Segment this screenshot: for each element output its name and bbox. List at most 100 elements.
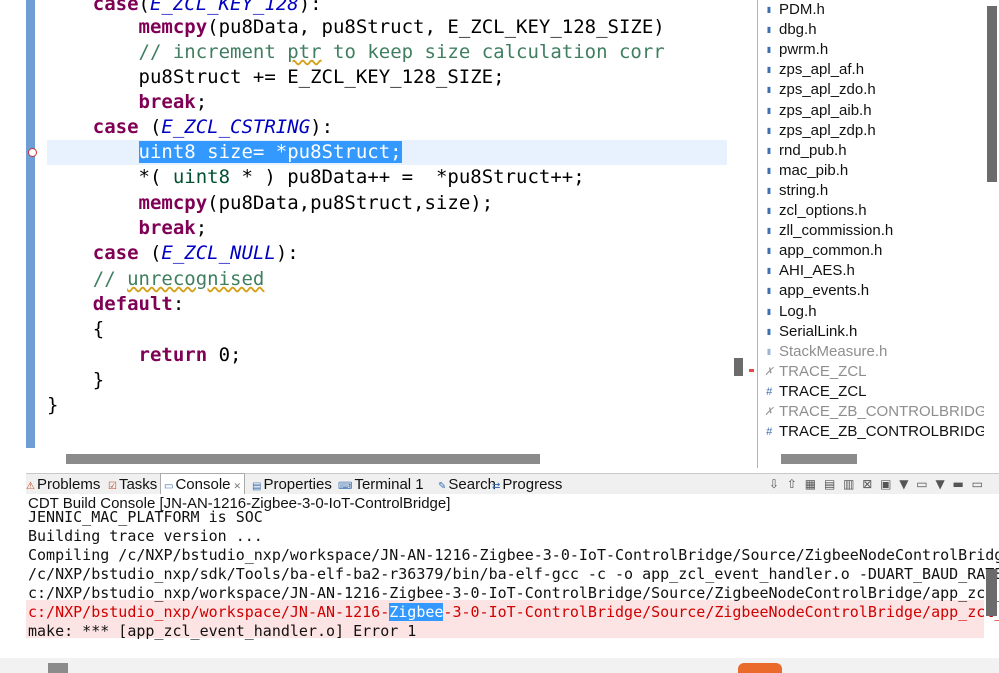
outline-item[interactable]: ✗ TRACE_ZCL bbox=[764, 362, 866, 382]
console-line[interactable]: c:/NXP/bstudio_nxp/workspace/JN-AN-1216-… bbox=[28, 584, 999, 603]
code-token: E_ZCL_CSTRING bbox=[161, 116, 311, 138]
outline-item[interactable]: ▮ rnd_pub.h bbox=[767, 141, 847, 161]
code-token: return bbox=[138, 344, 208, 366]
tab-progress[interactable]: ⇄ Progress bbox=[492, 474, 562, 495]
outline-item[interactable]: ▮ AHI_AES.h bbox=[767, 261, 855, 281]
editor-vertical-scroll-thumb[interactable] bbox=[734, 358, 743, 376]
code-line[interactable]: default: bbox=[47, 292, 185, 317]
macro-icon: # bbox=[765, 385, 773, 398]
include-icon: ▮ bbox=[766, 266, 772, 276]
code-line[interactable]: uint8 size= *pu8Struct; bbox=[47, 140, 402, 165]
code-line[interactable]: case (E_ZCL_NULL): bbox=[47, 241, 299, 266]
code-line[interactable]: case (E_ZCL_CSTRING): bbox=[47, 115, 333, 140]
code-line[interactable]: memcpy(pu8Data,pu8Struct,size); bbox=[47, 191, 494, 216]
console-text: -3-0-IoT-ControlBridge/Source/ZigbeeNode… bbox=[443, 603, 999, 621]
console-line[interactable]: /c/NXP/bstudio_nxp/sdk/Tools/ba-elf-ba2-… bbox=[28, 565, 999, 584]
outline-item-label: pwrm.h bbox=[779, 41, 829, 59]
code-line[interactable]: } bbox=[47, 368, 104, 393]
tab-tasks[interactable]: ☑ Tasks bbox=[108, 474, 157, 495]
code-token: ; bbox=[195, 217, 208, 239]
outline-item-label: app_events.h bbox=[779, 282, 870, 300]
console-line[interactable]: Compiling /c/NXP/bstudio_nxp/workspace/J… bbox=[28, 546, 999, 565]
console-vertical-scroll-thumb[interactable] bbox=[986, 569, 997, 616]
code-line[interactable]: return 0; bbox=[47, 343, 242, 368]
outline-item[interactable]: ▮ Log.h bbox=[767, 302, 817, 322]
outline-item[interactable]: ▮ zcl_options.h bbox=[767, 201, 867, 221]
code-token: // bbox=[92, 268, 128, 290]
code-line[interactable]: memcpy(pu8Data, pu8Struct, E_ZCL_KEY_128… bbox=[47, 15, 665, 40]
outline-item[interactable]: # TRACE_ZCL bbox=[766, 382, 867, 402]
code-token: (pu8Data,pu8Struct,size); bbox=[207, 192, 494, 214]
include-icon: ▮ bbox=[766, 286, 772, 296]
outline-item[interactable]: ▮ zps_apl_aib.h bbox=[767, 101, 872, 121]
code-line[interactable]: break; bbox=[47, 90, 208, 115]
code-token: default bbox=[92, 293, 173, 315]
outline-item[interactable]: ▮ SerialLink.h bbox=[767, 322, 858, 342]
tab-label: Problems bbox=[36, 476, 101, 493]
outline-vertical-scroll-thumb[interactable] bbox=[987, 6, 997, 182]
code-token: memcpy bbox=[138, 16, 208, 38]
code-line[interactable]: break; bbox=[47, 216, 208, 241]
code-token: E_ZCL_KEY_128 bbox=[149, 0, 299, 15]
outline-item[interactable]: ▮ zll_commission.h bbox=[767, 221, 893, 241]
tab-label: Properties bbox=[263, 476, 332, 493]
console-line[interactable]: JENNIC_MAC_PLATFORM is SOC bbox=[28, 508, 263, 527]
overview-ruler-marker[interactable] bbox=[749, 369, 754, 372]
console-toolbar[interactable]: ⇩ ⇧ ▦ ▤ ▥ ⊠ ▣ ▼ ▭ ▼ ▬ ▭ bbox=[769, 476, 985, 493]
outline-item[interactable]: ▮ app_common.h bbox=[767, 241, 883, 261]
include-icon: ▮ bbox=[766, 125, 772, 135]
breakpoint-marker-icon[interactable] bbox=[28, 148, 37, 157]
outline-item[interactable]: # TRACE_ZB_CONTROLBRIDG bbox=[766, 422, 987, 442]
close-icon[interactable]: ✕ bbox=[234, 481, 242, 491]
editor-ruler bbox=[26, 0, 35, 448]
outline-item[interactable]: ▮ app_events.h bbox=[767, 281, 870, 301]
outline-item-label: Log.h bbox=[779, 302, 817, 320]
outline-item[interactable]: ▮ zps_apl_zdo.h bbox=[767, 80, 876, 100]
tab-console[interactable]: ▭ Console ✕ bbox=[160, 473, 246, 496]
outline-item-label: app_common.h bbox=[779, 242, 883, 260]
outline-view: ▮ PDM.h ▮ dbg.h ▮ pwrm.h ▮ zps_apl_af.h ▮ zps_apl… bbox=[759, 0, 999, 468]
include-icon: ▮ bbox=[766, 226, 772, 236]
code-line[interactable]: // increment ptr to keep size calculatio… bbox=[47, 40, 665, 65]
console-line[interactable]: Building trace version ... bbox=[28, 527, 263, 546]
bottom-scroll-thumb[interactable] bbox=[48, 663, 68, 673]
editor-vertical-scrollbar[interactable] bbox=[730, 0, 756, 448]
code-line[interactable]: { bbox=[47, 317, 104, 342]
outline-horizontal-scroll-thumb[interactable] bbox=[781, 454, 857, 464]
outline-item[interactable]: ▮ string.h bbox=[767, 181, 829, 201]
outline-item[interactable]: ▮ PDM.h bbox=[767, 0, 825, 20]
outline-item[interactable]: ✗ TRACE_ZB_CONTROLBRIDG bbox=[764, 402, 986, 422]
outline-item[interactable]: ▮ zps_apl_zdp.h bbox=[767, 121, 876, 141]
bottom-scrollbar[interactable] bbox=[0, 658, 999, 673]
console-error-line[interactable]: c:/NXP/bstudio_nxp/workspace/JN-AN-1216-… bbox=[28, 603, 999, 622]
outline-item-label: string.h bbox=[779, 181, 829, 199]
code-editor[interactable]: case(E_ZCL_KEY_128): memcpy(pu8Data, pu8… bbox=[0, 0, 758, 468]
outline-item[interactable]: ▮ dbg.h bbox=[767, 20, 817, 40]
code-line[interactable]: } bbox=[47, 393, 58, 418]
tab-search[interactable]: ✎ Search bbox=[438, 474, 496, 495]
tab-terminal-1[interactable]: ⌨ Terminal 1 bbox=[338, 474, 424, 495]
code-line[interactable]: *( uint8 * ) pu8Data++ = *pu8Struct++; bbox=[47, 165, 585, 190]
outline-item[interactable]: ▮ pwrm.h bbox=[767, 40, 829, 60]
tab-label: Terminal 1 bbox=[354, 476, 424, 493]
tab-problems[interactable]: ⚠ Problems bbox=[26, 474, 100, 495]
outline-item[interactable]: ▮ zps_apl_af.h bbox=[767, 60, 864, 80]
outline-item[interactable]: ▮ StackMeasure.h bbox=[767, 342, 888, 362]
include-icon: ▮ bbox=[766, 65, 772, 75]
code-line[interactable]: pu8Struct += E_ZCL_KEY_128_SIZE; bbox=[47, 65, 505, 90]
tab-properties[interactable]: ▤ Properties bbox=[252, 474, 332, 495]
outline-item-label: zps_apl_aib.h bbox=[779, 101, 872, 119]
code-line[interactable]: // unrecognised bbox=[47, 267, 265, 292]
outline-item[interactable]: ▮ mac_pib.h bbox=[767, 161, 848, 181]
include-icon: ▮ bbox=[766, 185, 772, 195]
editor-horizontal-scroll-thumb[interactable] bbox=[66, 454, 540, 464]
console-line[interactable]: make: *** [app_zcl_event_handler.o] Erro… bbox=[28, 622, 416, 641]
